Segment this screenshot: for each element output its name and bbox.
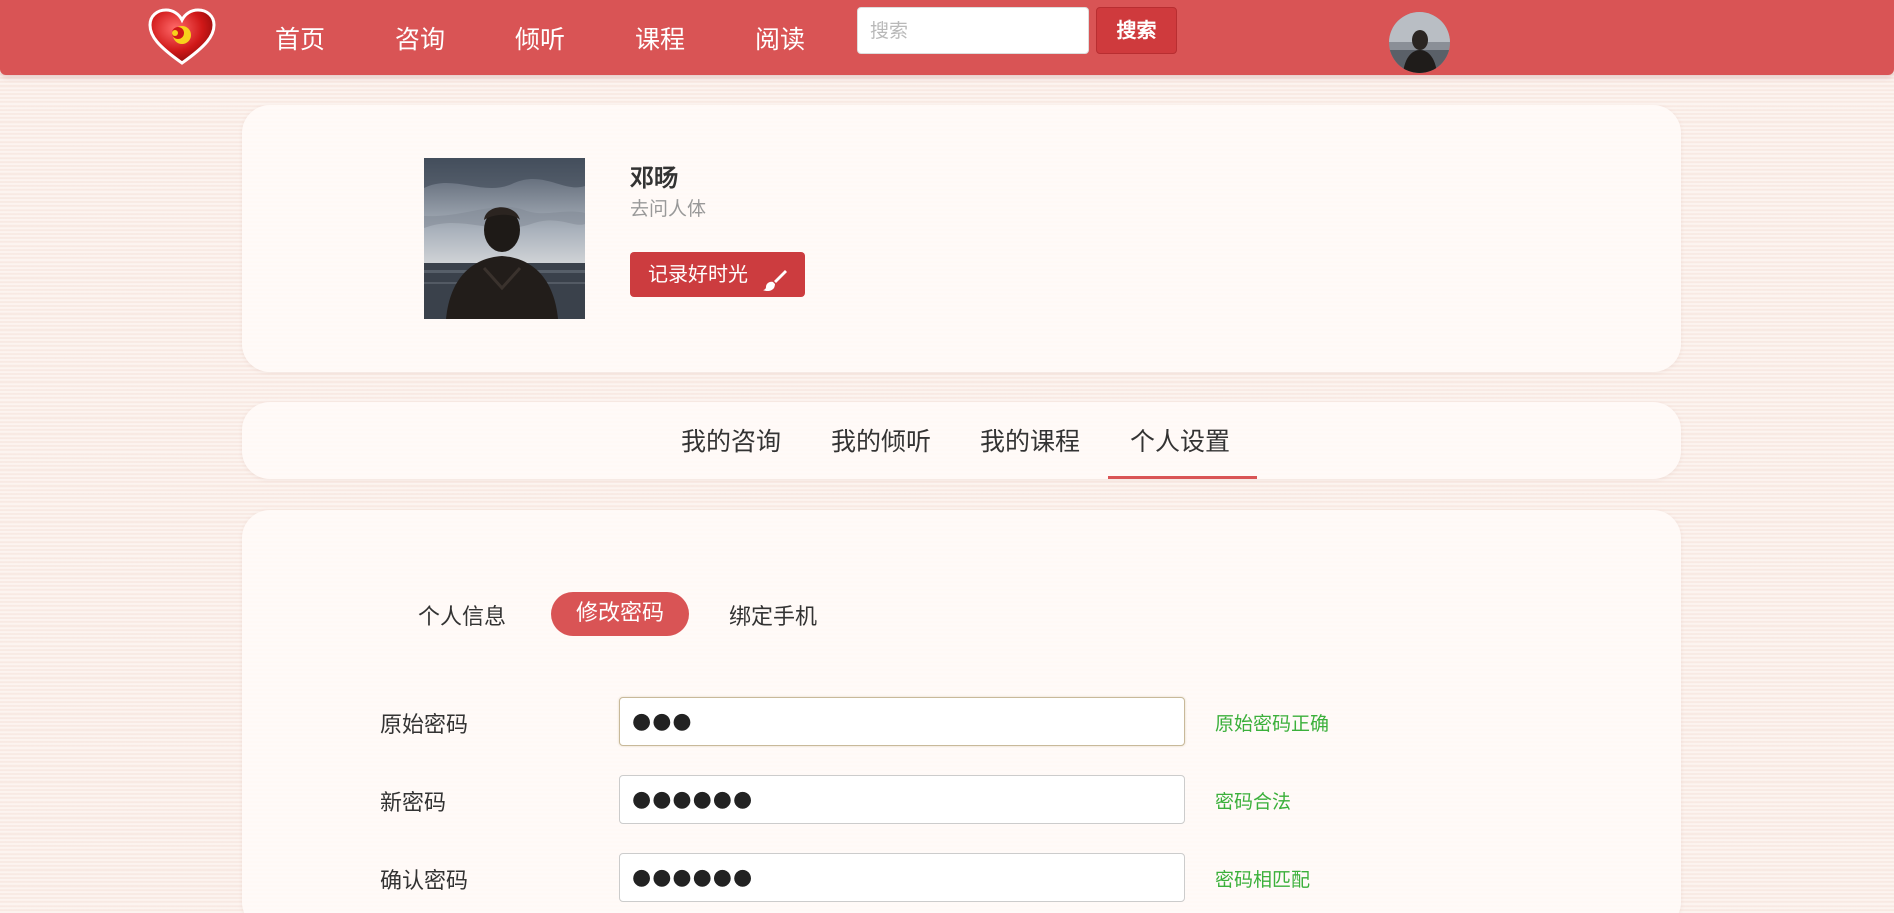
- subtab-personal-info[interactable]: 个人信息: [418, 599, 506, 631]
- old-password-status: 原始密码正确: [1215, 713, 1330, 735]
- record-moment-button[interactable]: 记录好时光: [630, 252, 805, 297]
- top-nav-bar: 首页 咨询 倾听 课程 阅读 搜索: [0, 0, 1894, 75]
- tab-settings[interactable]: 个人设置: [1130, 422, 1230, 458]
- tab-my-course[interactable]: 我的课程: [980, 422, 1080, 458]
- new-password-field[interactable]: ●●●●●●: [619, 775, 1185, 824]
- user-avatar[interactable]: [1389, 12, 1450, 73]
- search-input[interactable]: [857, 7, 1089, 54]
- old-password-field[interactable]: ●●●: [619, 697, 1185, 746]
- profile-name: 邓旸: [630, 164, 678, 192]
- confirm-password-status: 密码相匹配: [1215, 869, 1311, 891]
- new-password-status: 密码合法: [1215, 791, 1292, 813]
- subtab-change-password[interactable]: 修改密码: [551, 592, 689, 636]
- nav-read[interactable]: 阅读: [755, 20, 805, 56]
- logo-heart-icon[interactable]: [148, 8, 216, 66]
- nav-course[interactable]: 课程: [635, 20, 685, 56]
- confirm-password-label: 确认密码: [380, 869, 469, 894]
- brush-icon: [763, 263, 787, 292]
- new-password-label: 新密码: [380, 791, 447, 816]
- nav-consult[interactable]: 咨询: [395, 20, 445, 56]
- nav-home[interactable]: 首页: [275, 20, 325, 56]
- subtab-bind-phone[interactable]: 绑定手机: [729, 599, 817, 631]
- active-tab-indicator: [1108, 476, 1257, 479]
- confirm-password-field[interactable]: ●●●●●●: [619, 853, 1185, 902]
- old-password-label: 原始密码: [380, 713, 469, 738]
- search-button[interactable]: 搜索: [1096, 7, 1177, 54]
- profile-subtitle: 去问人体: [630, 198, 707, 220]
- nav-listen[interactable]: 倾听: [515, 20, 565, 56]
- tabs-card: [242, 402, 1681, 479]
- tab-my-consult[interactable]: 我的咨询: [681, 422, 781, 458]
- profile-photo: [424, 158, 585, 319]
- record-button-label: 记录好时光: [648, 262, 748, 286]
- tab-my-listen[interactable]: 我的倾听: [831, 422, 931, 458]
